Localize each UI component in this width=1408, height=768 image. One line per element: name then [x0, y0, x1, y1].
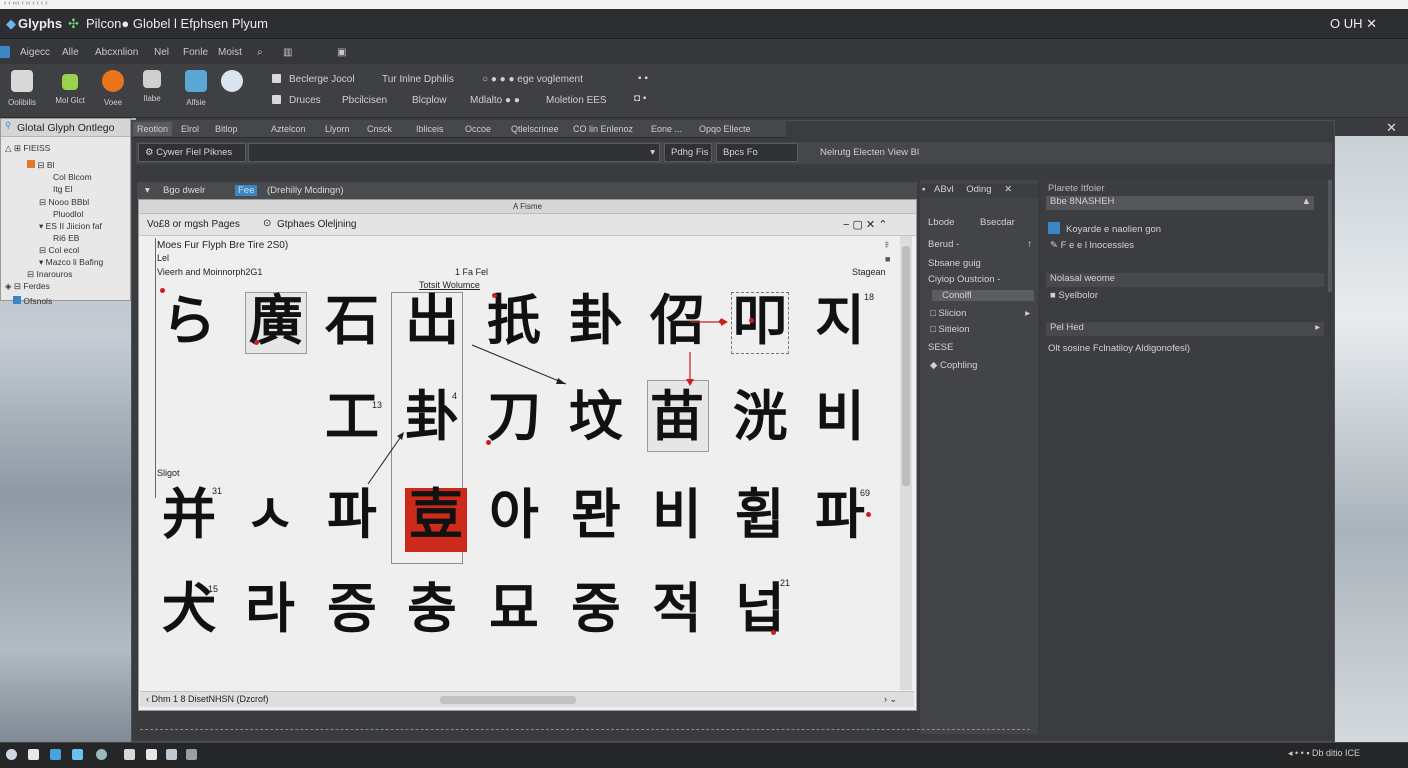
panel-item[interactable]: Berud - ↑: [928, 239, 1032, 250]
square-icon: ■: [1050, 290, 1056, 301]
app-icon[interactable]: [28, 749, 39, 760]
info-item[interactable]: ✎ F e e l lnocessles: [1050, 240, 1134, 251]
app-icon[interactable]: [146, 749, 157, 760]
bottom-ruler: [140, 716, 1030, 730]
panel-item[interactable]: □ Sitieion: [930, 324, 970, 335]
panel-item[interactable]: Sbsane guig: [928, 258, 981, 269]
info-field[interactable]: Bbe 8NASHEH ▲: [1046, 196, 1314, 210]
panel-item[interactable]: □ Slicion ▸: [930, 308, 1034, 319]
square-icon: ▪: [922, 184, 926, 195]
panel-title: Plarete Itfoier: [1048, 183, 1105, 194]
close-icon[interactable]: ✕: [1004, 184, 1012, 195]
scroll-arrows[interactable]: › ⌄: [884, 694, 897, 705]
pen-icon: ✎: [1050, 240, 1058, 251]
app-icon[interactable]: [186, 749, 197, 760]
panel-item[interactable]: ◆ Cophling: [930, 360, 977, 371]
info-panel: Plarete Itfoier Bbe 8NASHEH ▲ Koyarde e n…: [1042, 180, 1328, 734]
section-header[interactable]: Pel Hed ▸: [1046, 322, 1324, 336]
scroll-thumb[interactable]: [902, 246, 910, 486]
column-header[interactable]: Bsecdar: [980, 217, 1015, 228]
info-item[interactable]: ■ Syelbolor: [1050, 290, 1098, 301]
status-text: ‹ Dhm 1 8 DisetNHSN (Dzcrof): [146, 694, 269, 704]
section-header[interactable]: Nolasal weome: [1046, 273, 1324, 287]
app-icon[interactable]: [50, 749, 61, 760]
scroll-thumb[interactable]: [440, 696, 576, 704]
chevron-right-icon: ▸: [1315, 322, 1320, 333]
panel-item[interactable]: SESE: [928, 342, 953, 353]
system-tray[interactable]: ◂ • • ▪ Db ditio ICE: [1288, 748, 1360, 759]
vertical-scrollbar[interactable]: [900, 236, 912, 690]
panel-item[interactable]: Ciyiop Oustcion -: [928, 274, 1000, 285]
app-icon[interactable]: [166, 749, 177, 760]
app-icon[interactable]: [124, 749, 135, 760]
color-swatch-icon: [1048, 222, 1060, 234]
column-header[interactable]: Lbode: [928, 217, 954, 228]
status-bar: ‹ Dhm 1 8 DisetNHSN (Dzcrof) › ⌄: [140, 691, 914, 707]
panel-header: ▪ ABvl Oding ✕: [920, 184, 1038, 198]
start-icon[interactable]: [6, 749, 17, 760]
description: Olt sosine Fclnatiloy Aldigonofesl): [1048, 343, 1191, 354]
info-item[interactable]: Koyarde e naolien gon: [1048, 222, 1161, 235]
properties-panel: ▪ ABvl Oding ✕ Lbode Bsecdar Berud - ↑ Sb…: [920, 180, 1038, 734]
panel-item-selected[interactable]: Conolfl: [932, 290, 1034, 301]
app-icon[interactable]: [96, 749, 107, 760]
app-icon[interactable]: [72, 749, 83, 760]
chevron-up-icon: ▲: [1301, 196, 1311, 207]
taskbar: ◂ • • ▪ Db ditio ICE: [0, 742, 1408, 768]
panel-scrollbar[interactable]: [1328, 180, 1332, 292]
